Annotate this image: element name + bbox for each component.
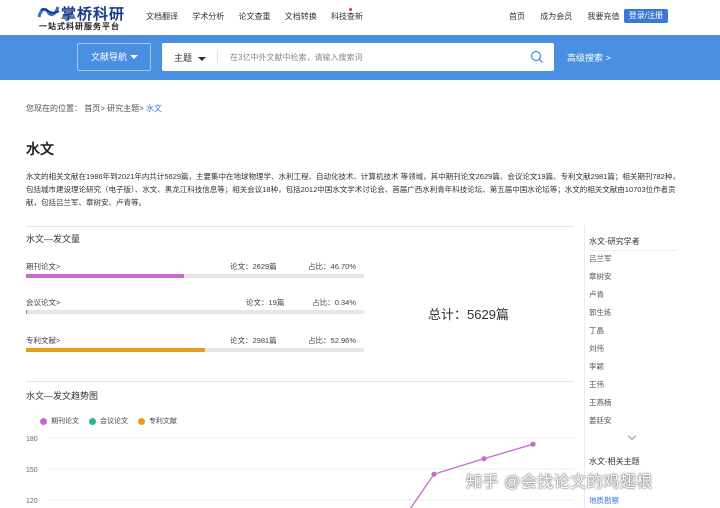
nav-doc-convert[interactable]: 文档转换 [285,12,317,21]
scholar-item[interactable]: 章树安 [589,271,612,289]
page-title: 水文 [26,141,54,157]
progress-track-patent [26,348,364,352]
stat-count-conference: 论文：19篇 [246,298,285,307]
legend-swatch [88,417,96,425]
nav-novelty-search[interactable]: 科技查新 [331,12,363,21]
legend-label: 期刊论文 [51,418,79,425]
progress-fill-patent [26,348,205,352]
data-point-journal[interactable] [530,441,536,447]
site-logo[interactable]: 掌桥科研 一站式科研服务平台 [37,3,137,33]
stat-count-journal: 论文：2629篇 [230,262,277,271]
scholar-item[interactable]: 卢青 [589,289,612,307]
scholars-title: 水文-研究学者 [589,237,640,246]
progress-track-conference [26,310,364,314]
scholar-item[interactable]: 刘伟 [589,343,612,361]
data-point-journal[interactable] [481,456,487,462]
search-type-select[interactable]: 主题 [174,51,207,64]
stat-pct-patent: 占比：52.96% [308,336,356,345]
trend-title: 水文—发文趋势图 [26,391,99,401]
section-divider [26,381,574,382]
legend-swatch [137,417,145,425]
total-count: 总计：5629篇 [428,307,509,322]
scholar-item[interactable]: 吕兰军 [589,253,612,271]
watermark: 知乎 @会找论文的鸡翅根 [466,474,653,491]
breadcrumb-home[interactable]: 首页> [84,104,105,113]
sidebar-line [589,250,677,251]
y-tick-label: 150 [26,467,38,474]
legend-item-journal[interactable]: 期刊论文 [40,416,79,426]
scholar-item[interactable]: 姜廷安 [589,415,612,433]
stat-pct-journal: 占比：46.70% [308,262,356,271]
search-icon[interactable] [530,50,544,64]
new-dot [349,8,352,11]
chevron-down-icon[interactable] [627,431,637,441]
stat-label-journal[interactable]: 期刊论文> [26,261,60,272]
data-point-journal[interactable] [431,471,437,477]
search-box: 主题 [162,43,554,71]
legend-swatch [40,417,47,425]
nav-membership[interactable]: 成为会员 [540,12,572,21]
search-input[interactable] [228,49,508,65]
y-tick-label: 180 [26,436,38,443]
top-nav: 文档翻译 学术分析 论文查重 文档转换 科技查新 [146,8,375,22]
chart-legend: 期刊论文 会议论文 专利文献 [40,416,185,426]
progress-track-journal [26,274,364,278]
scholar-list: 吕兰军 章树安 卢青 郭生练 丁晶 刘伟 李颖 王伟 王燕楠 姜廷安 [589,253,612,433]
breadcrumb-current: 水文 [146,104,163,113]
progress-fill-journal [26,274,184,278]
scholar-item[interactable]: 李颖 [589,361,612,379]
stat-pct-conference: 占比：0.34% [312,298,356,307]
login-register-button[interactable]: 登录/注册 [624,9,668,23]
stats-title: 水文—发文量 [26,234,81,244]
nav-recharge[interactable]: 我要充值 [587,12,619,21]
progress-fill-conference [26,310,28,314]
logo-icon [37,6,60,18]
scholar-item[interactable]: 王伟 [589,379,612,397]
related-topic-item[interactable]: 地质勘察 [589,495,619,506]
section-divider [26,226,574,227]
advanced-search-link[interactable]: 高级搜索 > [567,51,611,64]
legend-label: 专利文献 [148,418,177,425]
nav-plagiarism-check[interactable]: 论文查重 [238,12,270,21]
chevron-down-icon [198,56,207,61]
search-banner: 文献导航 主题 高级搜索 > [0,35,720,80]
stat-label-conference[interactable]: 会议论文> [26,297,60,308]
legend-item-patent[interactable]: 专利文献 [137,416,177,426]
stat-label-patent[interactable]: 专利文献> [26,335,60,346]
search-divider [217,51,218,63]
scholar-item[interactable]: 王燕楠 [589,397,612,415]
breadcrumb: 您现在的位置： 首页> 研究主题> 水文 [26,103,162,114]
stat-count-patent: 论文：2981篇 [230,336,277,345]
literature-nav-button[interactable]: 文献导航 [77,43,151,71]
search-type-label: 主题 [174,53,193,63]
topic-description: 水文的相关文献在1986年到2021年内共计5629篇，主要集中在地球物理学、水… [26,172,680,207]
legend-item-conference[interactable]: 会议论文 [88,416,128,426]
legend-label: 会议论文 [99,418,128,425]
top-header: 掌桥科研 一站式科研服务平台 文档翻译 学术分析 论文查重 文档转换 科技查新 … [0,0,720,35]
nav-home[interactable]: 首页 [509,12,525,21]
scholar-item[interactable]: 郭生练 [589,307,612,325]
right-nav: 首页 成为会员 我要充值 [509,11,632,22]
logo-subtitle: 一站式科研服务平台 [39,22,120,31]
breadcrumb-prefix: 您现在的位置： [26,104,82,113]
nav-doc-translate[interactable]: 文档翻译 [146,12,178,21]
literature-nav-label: 文献导航 [91,52,128,62]
nav-academic-analysis[interactable]: 学术分析 [192,12,224,21]
y-tick-label: 120 [26,498,38,505]
sidebar-divider [584,226,585,508]
scholar-item[interactable]: 丁晶 [589,325,612,343]
breadcrumb-topic[interactable]: 研究主题> [107,104,144,113]
topics-title: 水文-相关主题 [589,457,640,466]
chevron-down-icon [130,55,138,59]
